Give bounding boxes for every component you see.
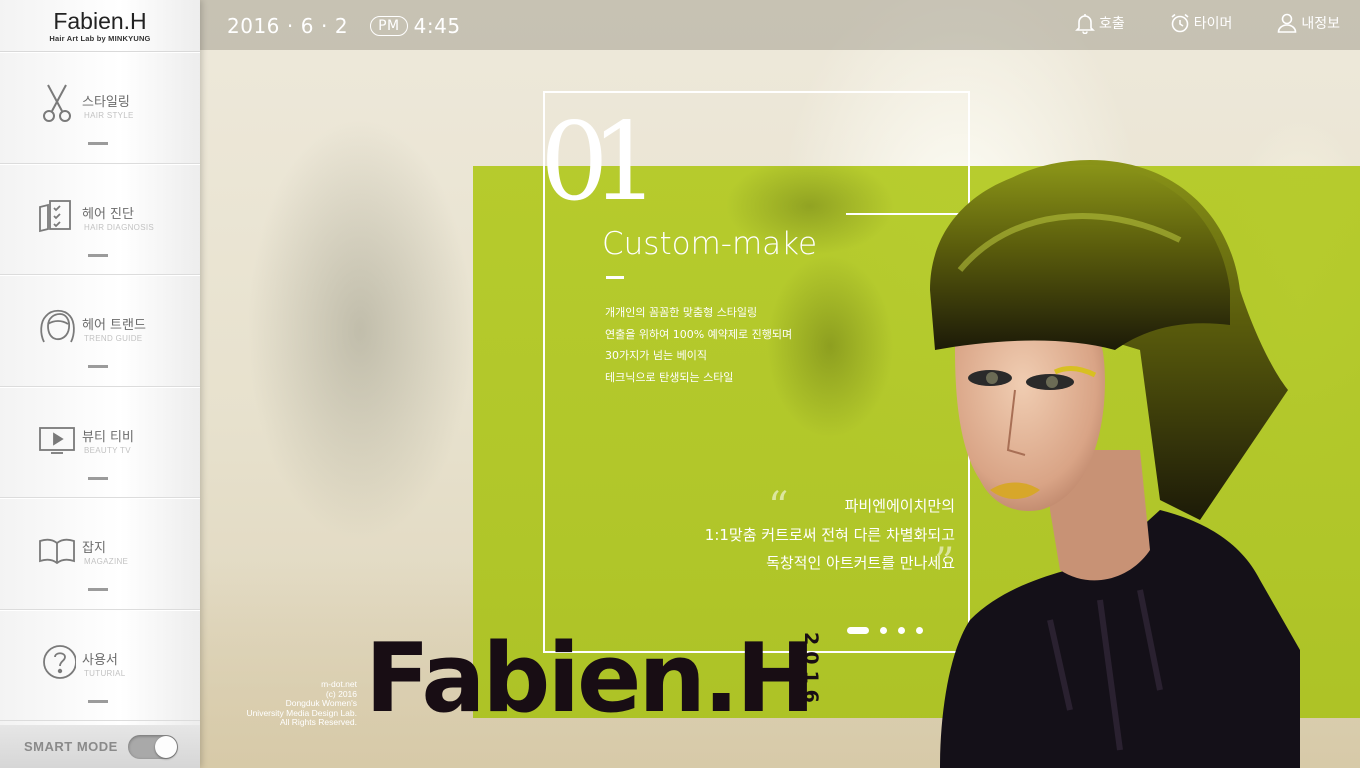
- feature-headline: Custom-make: [602, 226, 818, 262]
- smart-mode-bar: SMART MODE: [0, 725, 200, 768]
- timer-button[interactable]: 타이머: [1169, 12, 1233, 34]
- sidebar-item-beauty-tv[interactable]: 뷰티 티비 BEAUTY TV: [0, 386, 200, 498]
- call-label: 호출: [1098, 16, 1125, 32]
- date-separator: ·: [321, 14, 328, 38]
- my-info-button[interactable]: 내정보: [1276, 12, 1340, 34]
- sidebar-item-divider: [88, 253, 108, 257]
- description-line: 30가지가 넘는 베이직: [605, 349, 707, 362]
- sidebar-item-label: 스타일링: [82, 95, 130, 110]
- slide-dot-1[interactable]: [847, 627, 869, 634]
- ampm-badge: PM: [370, 16, 408, 36]
- sidebar-item-divider: [88, 142, 108, 145]
- sidebar-item-sublabel: MAGAZINE: [84, 557, 129, 566]
- smart-mode-toggle[interactable]: [128, 735, 178, 759]
- clock-time: 4:45: [413, 14, 461, 38]
- sidebar-item-label: 뷰티 티비: [82, 429, 134, 445]
- description-line: 연출을 위하여 100% 예약제로 진행되며: [605, 327, 793, 341]
- sidebar-item-label: 잡지: [82, 541, 106, 556]
- logo-name: Fabien.H: [53, 8, 147, 34]
- brand-year: 2016: [800, 632, 822, 709]
- date-day: 2: [334, 14, 349, 38]
- question-icon: [38, 641, 77, 681]
- sidebar-item-tutorial[interactable]: 사용서 TUTURIAL: [0, 609, 200, 721]
- description-line: 개개인의 꼼꼼한 맞춤형 스타일링: [605, 306, 758, 319]
- date-separator: ·: [286, 14, 294, 38]
- logo-subtitle: Hair Art Lab by MINKYUNG: [49, 34, 151, 43]
- sidebar-item-sublabel: BEAUTY TV: [84, 445, 131, 455]
- model-photo: [930, 160, 1300, 768]
- sidebar-item-sublabel: HAIR DIAGNOSIS: [84, 222, 154, 232]
- checklist-icon: [38, 195, 76, 235]
- app-logo[interactable]: Fabien.H Hair Art Lab by MINKYUNG: [0, 0, 200, 52]
- sidebar-item-magazine[interactable]: 잡지 MAGAZINE: [0, 498, 200, 610]
- sidebar-item-hair-trend[interactable]: 헤어 트랜드 TREND GUIDE: [0, 275, 200, 387]
- call-button[interactable]: 호출: [1074, 12, 1125, 34]
- date-time: 2016 · 6 · 2 PM 4:45: [227, 12, 461, 40]
- sidebar-item-divider: [88, 476, 108, 480]
- sidebar-item-label: 사용서: [82, 652, 118, 668]
- sidebar: Fabien.H Hair Art Lab by MINKYUNG 스타일링 H…: [0, 0, 200, 768]
- sidebar-item-hair-diagnosis[interactable]: 헤어 진단 HAIR DIAGNOSIS: [0, 163, 200, 275]
- sidebar-item-sublabel: TREND GUIDE: [84, 334, 143, 343]
- brand-title: Fabien.H: [365, 624, 816, 734]
- date-month: 6: [300, 14, 314, 38]
- credit-text: m-dot.net (c) 2016 Dongduk Women's Unive…: [246, 679, 357, 728]
- smart-mode-label: SMART MODE: [24, 739, 118, 754]
- sidebar-item-label: 헤어 진단: [82, 206, 134, 222]
- slide-dot-2[interactable]: [880, 627, 887, 634]
- sidebar-item-sublabel: HAIR STYLE: [84, 111, 134, 120]
- sidebar-item-divider: [88, 588, 108, 591]
- scissors-icon: [38, 83, 76, 123]
- tv-play-icon: [38, 418, 76, 458]
- sidebar-item-divider: [88, 365, 108, 368]
- sidebar-item-styling[interactable]: 스타일링 HAIR STYLE: [0, 52, 200, 164]
- open-book-icon: [38, 529, 76, 569]
- alarm-clock-icon: [1171, 13, 1189, 33]
- date-year: 2016: [227, 14, 280, 38]
- my-info-label: 내정보: [1301, 16, 1340, 32]
- toggle-knob: [155, 736, 177, 758]
- top-bar: 2016 · 6 · 2 PM 4:45 호출 타이머 내정보: [200, 0, 1360, 50]
- hair-head-icon: [38, 306, 76, 346]
- headline-underline: [606, 276, 624, 279]
- sidebar-item-sublabel: TUTURIAL: [84, 668, 126, 678]
- sidebar-item-label: 헤어 트랜드: [82, 318, 146, 333]
- description-line: 테크닉으로 탄생되는 스타일: [605, 370, 734, 384]
- top-actions: 호출 타이머 내정보: [1030, 12, 1340, 34]
- credit-line: All Rights Reserved.: [279, 717, 357, 727]
- feature-description: 개개인의 꼼꼼한 맞춤형 스타일링 연출을 위하여 100% 예약제로 진행되며…: [605, 302, 792, 388]
- user-icon: [1278, 13, 1297, 33]
- timer-label: 타이머: [1193, 16, 1233, 32]
- sidebar-item-divider: [88, 699, 108, 703]
- feature-number: 01: [540, 100, 660, 225]
- bell-icon: [1075, 14, 1095, 34]
